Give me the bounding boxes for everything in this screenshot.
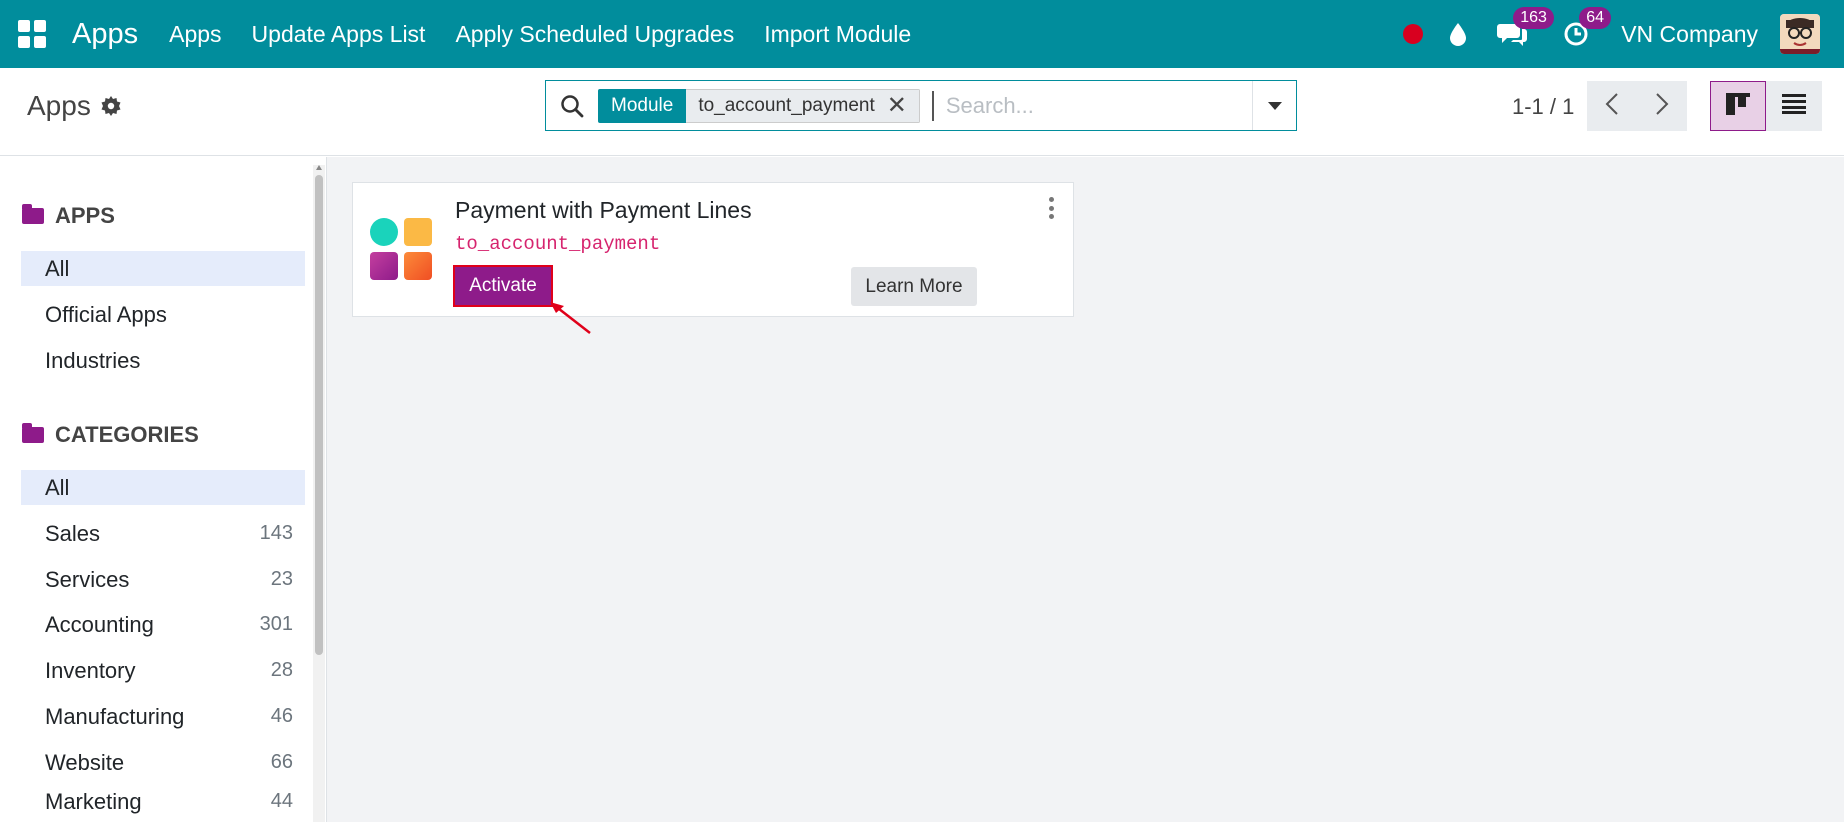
categories-section-header: CATEGORIES [22,422,199,448]
clock-icon[interactable]: 64 [1563,7,1612,47]
app-card-title: Payment with Payment Lines [455,197,752,223]
drop-icon[interactable] [1449,22,1467,46]
sidebar-item-label: Marketing [45,788,142,814]
sidebar-item-all-apps[interactable]: All [21,251,305,286]
annotation-arrow-icon [550,302,591,334]
list-view-button[interactable] [1766,81,1822,131]
company-switcher[interactable]: VN Company [1621,21,1758,48]
sidebar-item-count: 23 [270,568,293,590]
facet-key: Module [598,88,687,123]
gear-icon[interactable] [101,96,121,116]
brand-title[interactable]: Apps [72,18,138,51]
menu-item-apply-scheduled-upgrades[interactable]: Apply Scheduled Upgrades [440,21,749,48]
activate-button[interactable]: Activate [453,265,553,307]
record-dot-icon[interactable] [1403,24,1424,44]
chat-icon[interactable]: 163 [1497,7,1554,47]
sidebar-item-label: Manufacturing [45,703,185,729]
sidebar-item-all-categories[interactable]: All [21,470,305,505]
apps-section-header: APPS [22,203,115,229]
sidebar-item-label: Accounting [45,611,154,637]
sidebar-item-label: Website [45,749,125,775]
scrollbar-thumb[interactable] [315,175,323,655]
search-bar: Module to_account_payment ✕ [545,80,1297,131]
sidebar-item-count: 28 [270,659,293,681]
menu-item-apps[interactable]: Apps [154,21,236,48]
avatar[interactable] [1780,14,1820,54]
facet-value-wrap: to_account_payment ✕ [686,88,920,123]
sidebar-item-label: All [45,474,70,500]
app-module-icon [370,218,434,282]
kebab-menu-icon[interactable] [1047,197,1055,219]
caret-down-icon[interactable] [1252,81,1296,130]
sidebar-item-label: Industries [45,347,141,373]
folder-icon [22,423,44,443]
sidebar-item-industries[interactable]: Industries [21,343,305,378]
page-title: Apps [27,90,91,121]
sidebar-item-count: 301 [259,613,293,635]
kanban-icon [1726,92,1750,120]
sidebar-item-manufacturing[interactable]: Manufacturing 46 [21,699,305,734]
kanban-view-button[interactable] [1710,81,1766,131]
navbar-systray: 163 64 VN Company [1403,0,1844,68]
sidebar-item-count: 46 [270,705,293,727]
sidebar-item-label: All [45,255,70,281]
sidebar-item-count: 143 [259,522,293,544]
control-panel: Apps Module to_account_payment ✕ 1-1 / 1 [0,68,1844,156]
chevron-left-icon [1605,92,1619,121]
search-input[interactable] [931,90,1252,121]
pager-previous-button[interactable] [1587,81,1637,131]
sidebar: APPS All Official Apps Industries CATEGO… [0,157,312,822]
top-navbar: Apps Apps Update Apps List Apply Schedul… [0,0,1844,68]
app-technical-name: to_account_payment [455,233,661,255]
sidebar-item-accounting[interactable]: Accounting 301 [21,607,305,642]
apps-grid-icon[interactable] [18,20,46,48]
breadcrumb: Apps [27,90,121,122]
apps-section-title: APPS [55,203,115,228]
list-icon [1782,93,1806,119]
sidebar-item-label: Sales [45,520,101,546]
scroll-up-arrow-icon[interactable] [316,165,322,170]
search-icon[interactable] [546,81,598,130]
sidebar-item-label: Services [45,566,130,592]
sidebar-item-label: Inventory [45,657,136,683]
learn-more-button[interactable]: Learn More [851,267,977,306]
menu-item-update-apps-list[interactable]: Update Apps List [237,21,441,48]
sidebar-item-marketing[interactable]: Marketing 44 [21,784,305,819]
main-menu: Apps Update Apps List Apply Scheduled Up… [154,21,926,48]
folder-icon [22,204,44,224]
activities-badge: 64 [1579,7,1612,29]
sidebar-item-sales[interactable]: Sales 143 [21,516,305,551]
app-card[interactable]: Payment with Payment Lines to_account_pa… [352,182,1074,317]
close-icon[interactable]: ✕ [887,93,907,118]
categories-section-title: CATEGORIES [55,422,199,447]
pager-value[interactable]: 1-1 / 1 [1512,94,1574,120]
sidebar-item-label: Official Apps [45,301,167,327]
pager-next-button[interactable] [1637,81,1687,131]
facet-value: to_account_payment [698,94,875,116]
search-facet: Module to_account_payment ✕ [598,88,920,123]
sidebar-item-website[interactable]: Website 66 [21,745,305,780]
chevron-right-icon [1655,92,1669,121]
messages-badge: 163 [1513,7,1554,29]
sidebar-item-count: 66 [270,751,293,773]
sidebar-scrollbar[interactable] [313,165,325,822]
sidebar-item-count: 44 [270,790,293,812]
sidebar-item-official-apps[interactable]: Official Apps [21,297,305,332]
sidebar-item-inventory[interactable]: Inventory 28 [21,653,305,688]
menu-item-import-module[interactable]: Import Module [749,21,926,48]
sidebar-item-services[interactable]: Services 23 [21,562,305,597]
